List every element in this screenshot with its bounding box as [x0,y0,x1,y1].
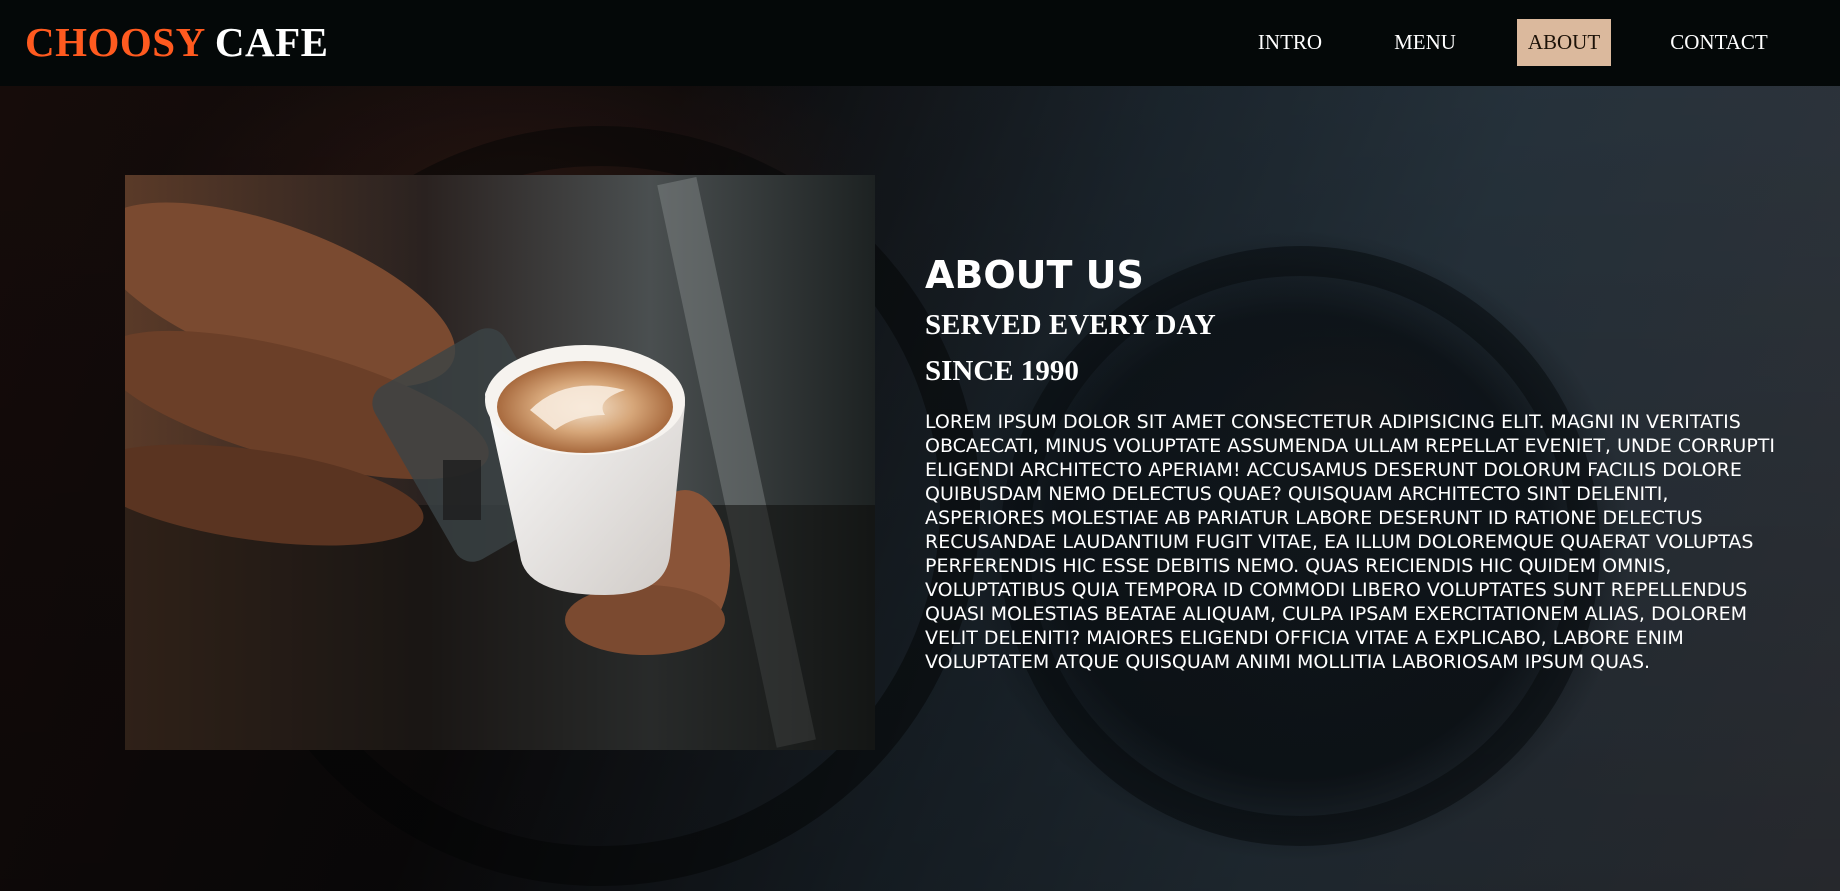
about-body-text: LOREM IPSUM DOLOR SIT AMET CONSECTETUR A… [925,411,1776,673]
about-subtitle-line2: SINCE 1990 [925,355,1079,387]
nav-link-menu[interactable]: MENU [1387,19,1463,66]
logo-accent-text: CHOOSY [25,19,205,65]
about-section: ABOUT US SERVED EVERY DAY SINCE 1990 LOR… [925,248,1840,693]
latte-art-photo [125,175,875,750]
site-logo[interactable]: CHOOSY CAFE [25,18,329,66]
logo-text: CAFE [214,19,329,65]
navbar: CHOOSY CAFE INTRO MENU ABOUT CONTACT [0,0,1840,86]
nav-link-intro[interactable]: INTRO [1247,19,1333,66]
nav-link-about[interactable]: ABOUT [1517,19,1611,66]
about-title: ABOUT US [925,253,1144,297]
page: CHOOSY CAFE INTRO MENU ABOUT CONTACT ABO… [0,0,1840,891]
about-subtitle-line1: SERVED EVERY DAY [925,309,1216,341]
nav-link-contact[interactable]: CONTACT [1665,19,1773,66]
